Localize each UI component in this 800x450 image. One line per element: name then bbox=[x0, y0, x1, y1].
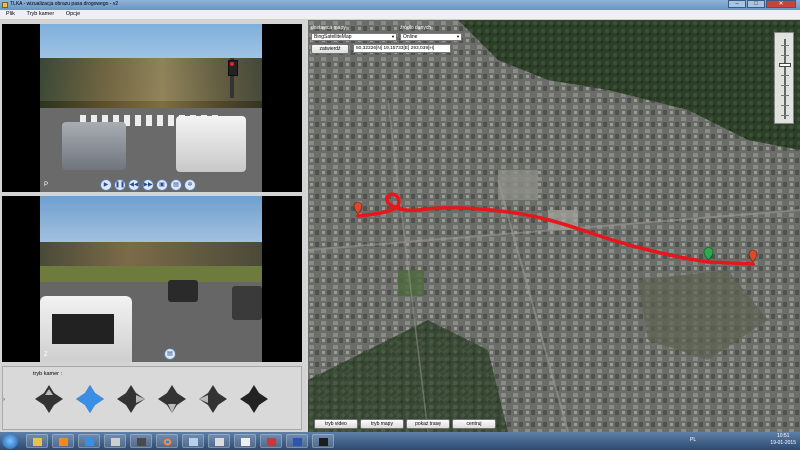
taskbar-notepad[interactable] bbox=[182, 434, 204, 448]
taskbar-pdf[interactable] bbox=[260, 434, 282, 448]
map-provider-label: dostawca mapy bbox=[311, 25, 346, 31]
camera-mode-5-icon[interactable] bbox=[197, 383, 229, 415]
taskbar-folder[interactable] bbox=[234, 434, 256, 448]
taskbar-explorer[interactable] bbox=[26, 434, 48, 448]
screenshot-button[interactable]: ▤ bbox=[170, 179, 182, 191]
window-titlebar: TLKA - wizualizacja obrazu pasa drogoweg… bbox=[0, 0, 800, 10]
taskbar-chrome[interactable] bbox=[156, 434, 178, 448]
camera-mode-label: tryb kamer : bbox=[33, 371, 63, 377]
settings-button[interactable]: ✲ bbox=[184, 179, 196, 191]
video-mode-button[interactable]: tryb video bbox=[314, 419, 358, 429]
taskbar-window-manager[interactable] bbox=[104, 434, 126, 448]
start-button[interactable] bbox=[2, 433, 18, 449]
car-left bbox=[62, 122, 126, 170]
close-button[interactable]: ✕ bbox=[766, 0, 796, 8]
rear-camera-image bbox=[40, 196, 262, 362]
menu-bar: Plik Tryb kamer Opcje bbox=[0, 10, 800, 20]
map-panel: dostawca mapy BingSatelliteMap ▼ źródło d… bbox=[308, 20, 800, 432]
menu-plik[interactable]: Plik bbox=[6, 10, 15, 19]
rear-camera-view: Z ▤ bbox=[2, 196, 302, 362]
rear-camera-zoom-button[interactable]: ▤ bbox=[164, 348, 176, 360]
forward-button[interactable]: ▶▶ bbox=[142, 179, 154, 191]
taskbar-monitor[interactable] bbox=[130, 434, 152, 448]
apply-button[interactable]: zatwierdź bbox=[311, 44, 349, 54]
satellite-map[interactable] bbox=[308, 20, 800, 432]
playback-controls: ▶ ❚❚ ◀◀ ▶▶ ▣ ▤ ✲ bbox=[100, 179, 198, 191]
minimize-button[interactable]: – bbox=[728, 0, 746, 8]
window-title: TLKA - wizualizacja obrazu pasa drogoweg… bbox=[10, 1, 119, 7]
taskbar-word[interactable] bbox=[286, 434, 308, 448]
system-clock[interactable]: 10:51 19-01-2015 bbox=[770, 433, 796, 447]
chevron-right-icon[interactable]: › bbox=[3, 397, 5, 403]
camera-panel: P ▶ ❚❚ ◀◀ ▶▶ ▣ ▤ ✲ Z ▤ › tryb kamer : bbox=[0, 20, 306, 432]
menu-tryb-kamer[interactable]: Tryb kamer bbox=[27, 10, 55, 19]
front-camera-view: P ▶ ❚❚ ◀◀ ▶▶ ▣ ▤ ✲ bbox=[2, 24, 302, 192]
maximize-button[interactable]: □ bbox=[747, 0, 765, 8]
app-icon bbox=[2, 2, 8, 8]
camera-switch-button[interactable]: ▣ bbox=[156, 179, 168, 191]
rewind-button[interactable]: ◀◀ bbox=[128, 179, 140, 191]
rear-camera-label: Z bbox=[44, 352, 48, 358]
menu-opcje[interactable]: Opcje bbox=[66, 10, 80, 19]
front-camera-label: P bbox=[44, 182, 49, 188]
play-button[interactable]: ▶ bbox=[100, 179, 112, 191]
taskbar-media-player[interactable] bbox=[52, 434, 74, 448]
chevron-down-icon: ▼ bbox=[456, 34, 460, 39]
show-route-button[interactable]: pokaż trasę bbox=[406, 419, 450, 429]
camera-mode-4-icon[interactable] bbox=[156, 383, 188, 415]
data-source-label: źródło danych bbox=[400, 25, 432, 31]
front-camera-image bbox=[40, 24, 262, 192]
coordinates-readout: 50,32226[N] 19,15733[E] 293,039[H] bbox=[353, 44, 451, 53]
car-behind bbox=[168, 280, 198, 302]
taskbar-terminal[interactable] bbox=[312, 434, 334, 448]
camera-mode-1-icon[interactable] bbox=[33, 383, 65, 415]
taskbar-music[interactable] bbox=[78, 434, 100, 448]
car-right bbox=[176, 116, 246, 172]
taskbar: PL 10:51 19-01-2015 bbox=[0, 432, 800, 450]
taskbar-office[interactable] bbox=[208, 434, 230, 448]
camera-mode-2-icon[interactable] bbox=[74, 383, 106, 415]
pause-button[interactable]: ❚❚ bbox=[114, 179, 126, 191]
center-button[interactable]: centruj bbox=[452, 419, 496, 429]
data-source-select[interactable]: Online ▼ bbox=[400, 33, 462, 41]
map-zoom-slider[interactable] bbox=[774, 32, 794, 124]
language-indicator[interactable]: PL bbox=[690, 437, 696, 443]
map-mode-button[interactable]: tryb mapy bbox=[360, 419, 404, 429]
chevron-down-icon: ▼ bbox=[391, 34, 395, 39]
camera-mode-box: › tryb kamer : bbox=[2, 366, 302, 430]
zoom-thumb[interactable] bbox=[779, 63, 791, 67]
camera-mode-3-icon[interactable] bbox=[115, 383, 147, 415]
camera-mode-6-icon[interactable] bbox=[238, 383, 270, 415]
map-provider-select[interactable]: BingSatelliteMap ▼ bbox=[311, 33, 397, 41]
